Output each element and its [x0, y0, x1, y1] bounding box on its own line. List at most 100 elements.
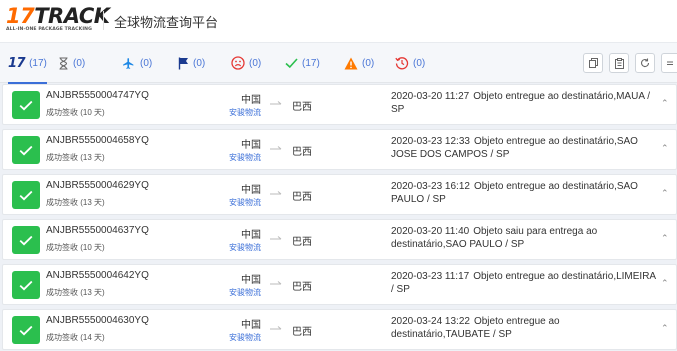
tab-in-transit[interactable]: (0) — [121, 43, 152, 83]
destination-country: 巴西 — [292, 282, 312, 293]
paste-button[interactable] — [609, 53, 629, 73]
carrier-link[interactable]: 安骏物流 — [203, 107, 261, 118]
header-divider — [103, 11, 104, 30]
checkmark-icon — [19, 325, 33, 335]
delivery-status: 成功签收 (10 天) — [46, 243, 105, 252]
tab-undelivered[interactable]: (0) — [231, 43, 261, 83]
checkmark-icon — [19, 145, 33, 155]
checkmark-icon — [19, 235, 33, 245]
latest-event: 2020-03-23 12:33 Objeto entregue ao desti… — [391, 135, 657, 161]
expand-chevron-icon[interactable]: ⌃ — [661, 143, 669, 154]
hourglass-icon — [59, 56, 68, 70]
latest-event: 2020-03-23 16:12 Objeto entregue ao desti… — [391, 180, 657, 206]
origin-country: 中国 — [241, 95, 261, 106]
tab-delivered-count: (17) — [302, 57, 320, 69]
event-time: 2020-03-23 12:33 — [391, 136, 470, 147]
tab-pickup[interactable]: (0) — [178, 43, 205, 83]
logo-word: TRACK — [34, 4, 110, 28]
tracking-number[interactable]: ANJBR5550004658YQ — [46, 135, 149, 146]
route-arrow-icon — [270, 281, 282, 285]
expand-chevron-icon[interactable]: ⌃ — [661, 233, 669, 244]
expand-chevron-icon[interactable]: ⌃ — [661, 188, 669, 199]
route-arrow-icon — [270, 326, 282, 330]
clock-back-icon — [395, 57, 409, 70]
event-time: 2020-03-24 13:22 — [391, 316, 470, 327]
tracking-number[interactable]: ANJBR5550004642YQ — [46, 270, 149, 281]
event-time: 2020-03-20 11:40 — [391, 226, 470, 237]
checkmark-icon — [285, 58, 298, 69]
tab-all-count: (17) — [29, 57, 47, 69]
delivery-status: 成功签收 (13 天) — [46, 198, 105, 207]
expand-chevron-icon[interactable]: ⌃ — [661, 323, 669, 334]
refresh-button[interactable] — [635, 53, 655, 73]
tab-pickup-count: (0) — [193, 57, 206, 69]
paste-icon — [614, 57, 624, 69]
carrier-link[interactable]: 安骏物流 — [203, 287, 261, 298]
tab-delivered[interactable]: (17) — [285, 43, 320, 83]
destination-country: 巴西 — [292, 147, 312, 158]
logo-tagline: ALL-IN-ONE PACKAGE TRACKING — [6, 27, 92, 32]
carrier-link[interactable]: 安骏物流 — [203, 332, 261, 343]
destination-country: 巴西 — [292, 327, 312, 338]
refresh-icon — [641, 58, 650, 68]
tab-expired-count: (0) — [413, 57, 426, 69]
event-time: 2020-03-20 11:27 — [391, 91, 470, 102]
route-arrow-icon — [270, 191, 282, 195]
delivery-status: 成功签收 (13 天) — [46, 288, 105, 297]
tab-alert[interactable]: (0) — [344, 43, 374, 83]
copy-button[interactable] — [583, 53, 603, 73]
carrier-link[interactable]: 安骏物流 — [203, 152, 261, 163]
tab-all[interactable]: 17 (17) — [8, 43, 47, 84]
origin-country: 中国 — [241, 275, 261, 286]
origin-country: 中国 — [241, 185, 261, 196]
tab-in-transit-count: (0) — [140, 57, 153, 69]
delivered-badge — [12, 226, 40, 254]
carrier-link[interactable]: 安骏物流 — [203, 242, 261, 253]
event-time: 2020-03-23 11:17 — [391, 271, 470, 282]
delivery-status: 成功签收 (13 天) — [46, 153, 105, 162]
route-arrow-icon — [270, 101, 282, 105]
latest-event: 2020-03-20 11:27 Objeto entregue ao desti… — [391, 90, 657, 116]
17track-logo[interactable]: 17TRACK ALL-IN-ONE PACKAGE TRACKING — [6, 6, 110, 36]
app-header: 17TRACK ALL-IN-ONE PACKAGE TRACKING 全球物流… — [0, 0, 677, 42]
expand-chevron-icon[interactable]: ⌃ — [661, 98, 669, 109]
shipment-row[interactable]: ANJBR5550004630YQ 成功签收 (14 天) 中国 安骏物流 巴西… — [2, 309, 677, 350]
tab-not-found[interactable]: (0) — [58, 43, 85, 83]
latest-event: 2020-03-20 11:40 Objeto saiu para entrega… — [391, 225, 657, 251]
tracking-number[interactable]: ANJBR5550004637YQ — [46, 225, 149, 236]
shipment-row[interactable]: ANJBR5550004629YQ 成功签收 (13 天) 中国 安骏物流 巴西… — [2, 174, 677, 215]
expand-chevron-icon[interactable]: ⌃ — [661, 278, 669, 289]
carrier-link[interactable]: 安骏物流 — [203, 197, 261, 208]
tab-undelivered-count: (0) — [249, 57, 262, 69]
origin-country: 中国 — [241, 320, 261, 331]
destination-country: 巴西 — [292, 192, 312, 203]
copy-icon — [588, 58, 598, 68]
airplane-icon — [123, 57, 134, 69]
origin-country: 中国 — [241, 230, 261, 241]
tab-expired[interactable]: (0) — [395, 43, 425, 83]
warning-icon — [344, 57, 358, 69]
tracking-number[interactable]: ANJBR5550004629YQ — [46, 180, 149, 191]
tracking-number[interactable]: ANJBR5550004630YQ — [46, 315, 149, 326]
delivered-badge — [12, 91, 40, 119]
expand-button[interactable] — [661, 53, 677, 73]
origin-country: 中国 — [241, 140, 261, 151]
delivery-status: 成功签收 (14 天) — [46, 333, 105, 342]
delivery-status: 成功签收 (10 天) — [46, 108, 105, 117]
checkmark-icon — [19, 100, 33, 110]
destination-country: 巴西 — [292, 102, 312, 113]
delivered-badge — [12, 316, 40, 344]
destination-country: 巴西 — [292, 237, 312, 248]
shipment-row[interactable]: ANJBR5550004637YQ 成功签收 (10 天) 中国 安骏物流 巴西… — [2, 219, 677, 260]
page-title: 全球物流查询平台 — [114, 15, 219, 30]
flag-icon — [178, 57, 188, 69]
event-time: 2020-03-23 16:12 — [391, 181, 470, 192]
shipment-row[interactable]: ANJBR5550004658YQ 成功签收 (13 天) 中国 安骏物流 巴西… — [2, 129, 677, 170]
shipment-row[interactable]: ANJBR5550004747YQ 成功签收 (10 天) 中国 安骏物流 巴西… — [2, 84, 677, 125]
tab-not-found-count: (0) — [73, 57, 86, 69]
checkmark-icon — [19, 190, 33, 200]
tracking-number[interactable]: ANJBR5550004747YQ — [46, 90, 149, 101]
tab-alert-count: (0) — [362, 57, 375, 69]
latest-event: 2020-03-23 11:17 Objeto entregue ao desti… — [391, 270, 657, 296]
shipment-row[interactable]: ANJBR5550004642YQ 成功签收 (13 天) 中国 安骏物流 巴西… — [2, 264, 677, 305]
